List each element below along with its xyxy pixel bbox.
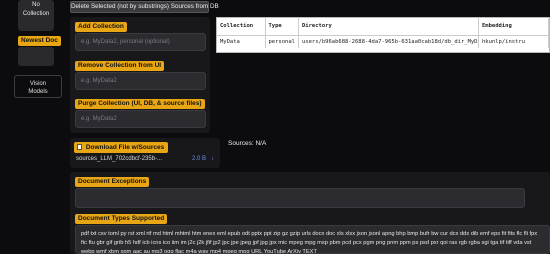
column-header-embedding[interactable]: Embedding <box>478 18 549 36</box>
column-header-type[interactable]: Type <box>265 18 299 36</box>
purge-collection-label: Purge Collection (UI, DB, & source files… <box>75 99 205 109</box>
purge-collection-input[interactable]: e.g. MyData2 <box>75 110 206 128</box>
add-collection-label: Add Collection <box>75 22 127 32</box>
vision-models-label: Vision Models <box>28 81 48 95</box>
newest-doc-field[interactable] <box>18 47 54 66</box>
cell-collection[interactable]: MyData <box>217 35 266 48</box>
collections-table: Collection Type Directory Embedding MyDa… <box>216 17 550 53</box>
download-file-size: 2.0 B <box>191 156 206 162</box>
vision-models-button[interactable]: Vision Models <box>14 75 62 98</box>
column-header-directory[interactable]: Directory <box>298 18 479 36</box>
remove-collection-label: Remove Collection from UI <box>75 61 165 71</box>
table-row[interactable]: MyData personal users/b96ab688-2688-4da7… <box>217 35 549 48</box>
document-exceptions-label: Document Exceptions <box>75 177 150 187</box>
add-collection-input[interactable]: e.g. MyData2, personal (optional) <box>75 33 206 51</box>
delete-selected-sources-button[interactable]: Delete Selected (not by substrings) Sour… <box>70 1 219 13</box>
download-file-button[interactable]: Download File w/Sources <box>74 142 169 153</box>
document-types-text: pdf txt csv toml py rst xml rtf md html … <box>81 231 538 254</box>
cell-type[interactable]: personal <box>265 35 299 48</box>
download-arrow-icon[interactable]: ↓ <box>211 156 214 162</box>
table-header-row: Collection Type Directory Embedding <box>217 18 549 36</box>
download-file-label: Download File w/Sources <box>85 144 165 151</box>
document-types-label: Document Types Supported <box>75 214 168 224</box>
document-types-field[interactable]: pdf txt csv toml py rst xml rtf md html … <box>75 225 550 254</box>
download-file-row[interactable]: sources_LLM_702cdbcf-235b-... 2.0 B ↓ <box>76 156 216 162</box>
collection-selector-label: No Collection <box>22 2 50 17</box>
collection-selector[interactable]: No Collection <box>18 0 54 31</box>
download-file-name: sources_LLM_702cdbcf-235b-... <box>76 156 163 162</box>
remove-collection-input[interactable]: e.g. MyData2 <box>75 72 206 90</box>
sources-status: Sources: N/A <box>228 140 267 147</box>
column-header-collection[interactable]: Collection <box>217 18 266 36</box>
cell-embedding[interactable]: hkunlp/instru <box>478 35 549 48</box>
file-icon <box>77 144 82 150</box>
cell-directory[interactable]: users/b96ab688-2688-4da7-965b-631aa0cab1… <box>298 35 479 48</box>
newest-doc-label: Newest Doc <box>18 36 61 46</box>
document-exceptions-field[interactable] <box>75 188 525 208</box>
